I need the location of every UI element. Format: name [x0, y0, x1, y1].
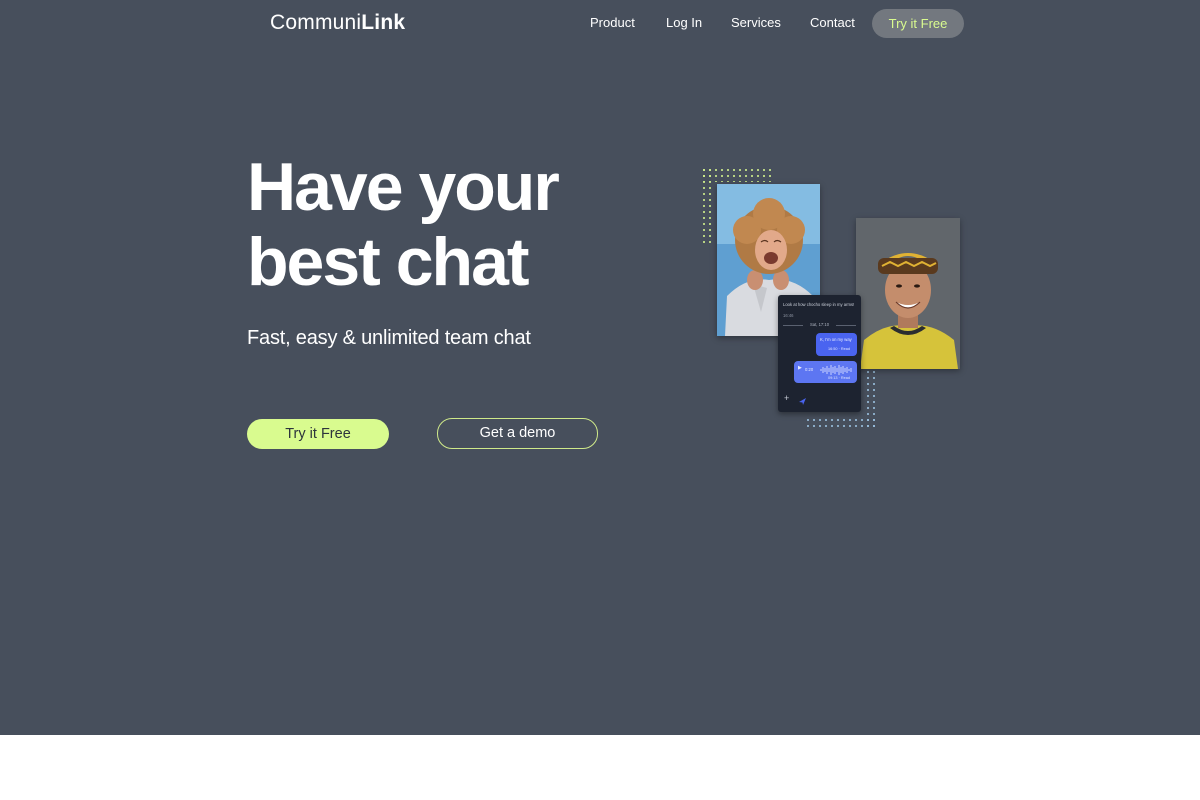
voice-time: 09:13 · Read: [828, 376, 850, 380]
hero-section: CommuniLink Product Log In Services Cont…: [0, 0, 1200, 735]
send-icon[interactable]: [798, 397, 807, 406]
waveform-icon: [820, 365, 852, 375]
brand-logo-light: Communi: [270, 11, 362, 34]
nav-contact[interactable]: Contact: [810, 15, 855, 30]
chat-message-time: 16:50 · Read: [828, 347, 850, 351]
get-demo-button[interactable]: Get a demo: [437, 418, 598, 449]
man-photo: [856, 218, 960, 369]
next-section: [0, 735, 1200, 800]
hero-headline: Have your best chat: [247, 150, 667, 300]
play-icon[interactable]: ▶: [798, 366, 802, 371]
divider-right: [836, 325, 856, 326]
headline-line-2: best chat: [247, 224, 530, 300]
voice-duration: 0:20: [805, 367, 814, 372]
plus-icon[interactable]: +: [784, 394, 789, 403]
chat-question-time: 16:46: [783, 313, 794, 318]
brand-logo-bold: Link: [361, 11, 406, 34]
hero-subheadline: Fast, easy & unlimited team chat: [247, 327, 531, 349]
voice-message-bubble: ▶ 0:20 09:13 · Read: [794, 361, 857, 383]
brand-logo[interactable]: CommuniLink: [270, 11, 405, 35]
chat-preview-phone: Look at how chocho sleep in my arms! 16:…: [778, 295, 861, 412]
nav-login[interactable]: Log In: [666, 15, 702, 30]
headline-line-1: Have your: [247, 149, 560, 225]
chat-message-bubble: K, I'm on my way 16:50 · Read: [816, 333, 857, 356]
try-free-button[interactable]: Try it Free: [247, 419, 389, 449]
chat-question: Look at how chocho sleep in my arms!: [783, 302, 855, 307]
nav-product[interactable]: Product: [590, 15, 635, 30]
man-illustration: [856, 218, 960, 369]
chat-message-text: K, I'm on my way: [820, 337, 852, 342]
nav-try-free-button[interactable]: Try it Free: [872, 9, 964, 38]
nav-services[interactable]: Services: [731, 15, 781, 30]
